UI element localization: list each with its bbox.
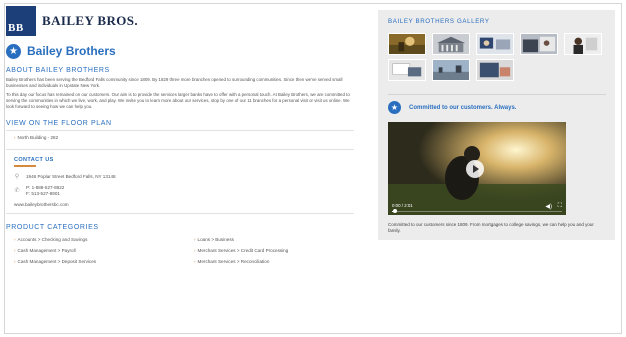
commitment-heading: Committed to our customers. Always.: [409, 104, 517, 111]
contact-phones: ✆ P: 1-888-527-8822 F: 513-527-8901: [14, 185, 358, 197]
category-label: Accounts > Checking and Savings: [17, 236, 88, 242]
fullscreen-icon[interactable]: ⛶: [558, 203, 562, 210]
divider: [388, 94, 606, 95]
photo-thumbnail[interactable]: [476, 59, 514, 81]
video-player[interactable]: 0:00 / 2:01 ◀) ⛶: [388, 122, 566, 215]
page-title: Bailey Brothers: [27, 44, 116, 58]
bullet-arrow-icon: ›: [194, 236, 196, 242]
floor-plan-link[interactable]: › North Building - 282: [6, 134, 358, 141]
brand-logo[interactable]: BB BAILEY BROS.: [6, 6, 358, 36]
gallery-thumbnails: [388, 33, 613, 81]
video-progress-handle[interactable]: [393, 209, 398, 213]
main-content: BB BAILEY BROS. ★ Bailey Brothers ABOUT …: [6, 6, 358, 265]
video-time: 0:00 / 2:01: [392, 203, 413, 208]
photo-thumbnail[interactable]: [432, 59, 470, 81]
about-paragraph-1: Bailey Brothers has been serving the Bed…: [6, 77, 343, 88]
photo-thumbnail[interactable]: [564, 33, 602, 55]
bullet-arrow-icon: ›: [14, 135, 16, 140]
category-label: Loans > Business: [197, 236, 234, 242]
page-title-row: ★ Bailey Brothers: [6, 42, 358, 60]
divider: [6, 130, 354, 131]
category-link[interactable]: › Merchant Services > Credit Card Process…: [194, 248, 364, 254]
star-icon: ★: [388, 101, 401, 114]
bullet-arrow-icon: ›: [14, 258, 16, 264]
category-label: Cash Management > Payroll: [17, 247, 76, 253]
category-link[interactable]: › Accounts > Checking and Savings: [14, 237, 194, 243]
about-paragraph-2: To this day our focus has remained on ou…: [6, 92, 350, 109]
photo-thumbnail[interactable]: [476, 33, 514, 55]
category-link[interactable]: › Cash Management > Deposit Services: [14, 259, 194, 265]
volume-icon[interactable]: ◀): [545, 203, 552, 210]
category-label: Merchant Services > Credit Card Processi…: [197, 247, 289, 253]
category-link[interactable]: › Loans > Business: [194, 237, 364, 243]
product-categories-heading: PRODUCT CATEGORIES: [6, 223, 99, 231]
bullet-arrow-icon: ›: [14, 236, 16, 242]
photo-thumbnail[interactable]: [388, 59, 426, 81]
bullet-arrow-icon: ›: [194, 258, 196, 264]
play-button[interactable]: [466, 160, 484, 178]
sidebar-panel: BAILEY BROTHERS GALLERY ★ Committed to o…: [378, 10, 615, 240]
category-label: Merchant Services > Reconciliation: [197, 258, 270, 264]
contact-section: CONTACT US ⚲ 1946 Poplar Street Bedford …: [6, 157, 358, 207]
divider: [6, 212, 354, 214]
category-label: Cash Management > Deposit Services: [17, 258, 97, 264]
gallery-heading: BAILEY BROTHERS GALLERY: [388, 18, 490, 25]
video-progress-bar[interactable]: [392, 209, 562, 213]
address-text: 1946 Poplar Street Bedford Falls, NY 131…: [26, 173, 116, 179]
product-categories-list: › Accounts > Checking and Savings › Loans …: [6, 237, 358, 265]
bullet-arrow-icon: ›: [14, 247, 16, 253]
photo-thumbnail[interactable]: [432, 33, 470, 55]
photo-thumbnail[interactable]: [388, 33, 426, 55]
photo-thumbnail[interactable]: [520, 33, 558, 55]
floor-plan-heading: VIEW ON THE FLOOR PLAN: [6, 120, 112, 127]
phone-icon: ✆: [14, 188, 20, 194]
video-controls: 0:00 / 2:01 ◀) ⛶: [388, 202, 566, 215]
fax-number: F: 513-527-8901: [26, 190, 60, 196]
star-icon: ★: [6, 43, 21, 59]
location-pin-icon: ⚲: [14, 173, 20, 180]
contact-address: ⚲ 1946 Poplar Street Bedford Falls, NY 1…: [14, 173, 358, 180]
phone-number[interactable]: P: 1-888-527-8822: [26, 185, 64, 191]
website-link[interactable]: www.baileybrothersbc.com: [14, 202, 358, 207]
contact-heading: CONTACT US: [14, 157, 54, 163]
logo-mark: BB: [6, 6, 36, 36]
about-heading: ABOUT BAILEY BROTHERS: [6, 67, 110, 74]
logo-mark-text: BB: [8, 22, 24, 34]
category-link[interactable]: › Cash Management > Payroll: [14, 248, 194, 254]
contact-heading-underline: [14, 165, 36, 167]
divider: [6, 149, 354, 150]
commitment-heading-row: ★ Committed to our customers. Always.: [388, 101, 516, 114]
video-caption: Committed to our customers since 1809. F…: [388, 222, 594, 233]
bullet-arrow-icon: ›: [194, 247, 196, 253]
category-link[interactable]: › Merchant Services > Reconciliation: [194, 259, 364, 265]
floor-plan-link-label: North Building - 282: [17, 135, 59, 140]
logo-text: BAILEY BROS.: [42, 13, 139, 28]
